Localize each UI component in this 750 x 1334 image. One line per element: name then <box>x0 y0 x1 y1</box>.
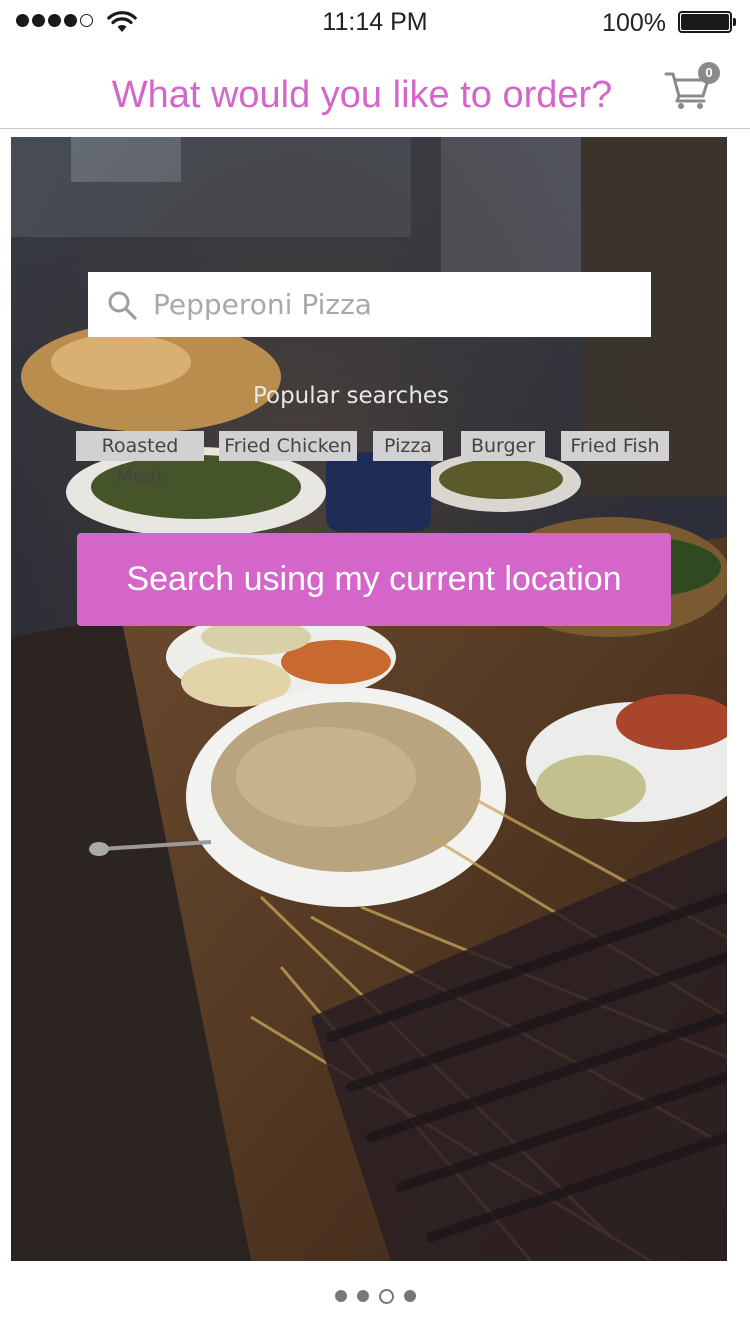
page-title: What would you like to order? <box>111 74 613 116</box>
popular-chip-fried-fish[interactable]: Fried Fish <box>561 431 669 461</box>
header: What would you like to order? 0 <box>0 44 750 128</box>
page-dot[interactable] <box>356 1290 369 1302</box>
cart-button[interactable]: 0 <box>664 62 720 109</box>
header-divider <box>0 128 750 129</box>
battery-icon <box>678 11 736 33</box>
popular-chip-pizza[interactable]: Pizza <box>373 431 443 461</box>
hero-food-photo: Popular searches Roasted Meat Fried Chic… <box>11 137 727 1261</box>
page-dot[interactable] <box>403 1290 416 1302</box>
battery-percentage: 100% <box>602 9 666 37</box>
page-indicator <box>0 1288 750 1304</box>
search-input[interactable] <box>153 288 633 321</box>
cart-count-badge: 0 <box>698 62 720 84</box>
search-box[interactable] <box>88 272 651 337</box>
search-current-location-button[interactable]: Search using my current location <box>77 533 671 626</box>
page-dot-active[interactable] <box>378 1288 394 1304</box>
popular-searches-title: Popular searches <box>252 383 450 409</box>
popular-chip-fried-chicken[interactable]: Fried Chicken <box>219 431 357 461</box>
popular-chip-roasted-meat[interactable]: Roasted Meat <box>76 431 204 487</box>
search-icon <box>108 291 137 320</box>
popular-chip-burger[interactable]: Burger <box>461 431 545 461</box>
status-bar: 11:14 PM 100% <box>0 0 750 44</box>
page-dot[interactable] <box>334 1290 347 1302</box>
